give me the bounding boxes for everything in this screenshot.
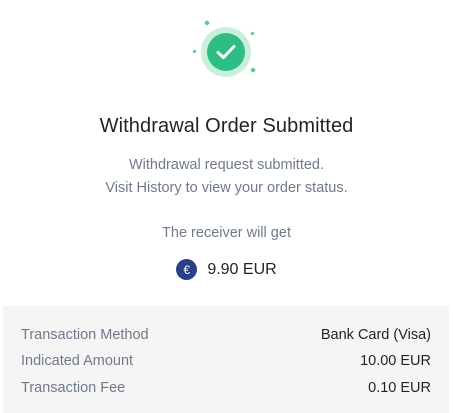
status-message-line-2: Visit History to view your order status. [105, 180, 348, 196]
sparkle-icon [204, 20, 210, 26]
transaction-details: Transaction Method Bank Card (Visa) Indi… [3, 306, 449, 413]
detail-value: 0.10 EUR [368, 380, 431, 396]
checkmark-icon [216, 45, 236, 59]
detail-row-transaction-method: Transaction Method Bank Card (Visa) [21, 327, 431, 343]
euro-icon: € [176, 259, 198, 280]
status-message-line-1: Withdrawal request submitted. [128, 157, 325, 173]
page-title: Withdrawal Order Submitted [99, 115, 354, 137]
sparkle-icon [250, 67, 256, 73]
detail-row-indicated-amount: Indicated Amount 10.00 EUR [21, 353, 431, 369]
detail-label: Transaction Method [21, 327, 149, 343]
detail-value: Bank Card (Visa) [320, 327, 431, 343]
detail-label: Indicated Amount [21, 353, 134, 369]
amount-value: 9.90 EUR [207, 260, 277, 278]
detail-label: Transaction Fee [21, 380, 126, 396]
check-circle-icon [201, 27, 251, 77]
receive-amount: € 9.90 EUR [0, 259, 453, 280]
sparkle-icon [250, 31, 255, 36]
detail-value: 10.00 EUR [360, 353, 431, 369]
detail-row-transaction-fee: Transaction Fee 0.10 EUR [21, 380, 431, 396]
receiver-label: The receiver will get [162, 225, 291, 241]
success-graphic [190, 18, 262, 80]
sparkle-icon [192, 49, 197, 54]
